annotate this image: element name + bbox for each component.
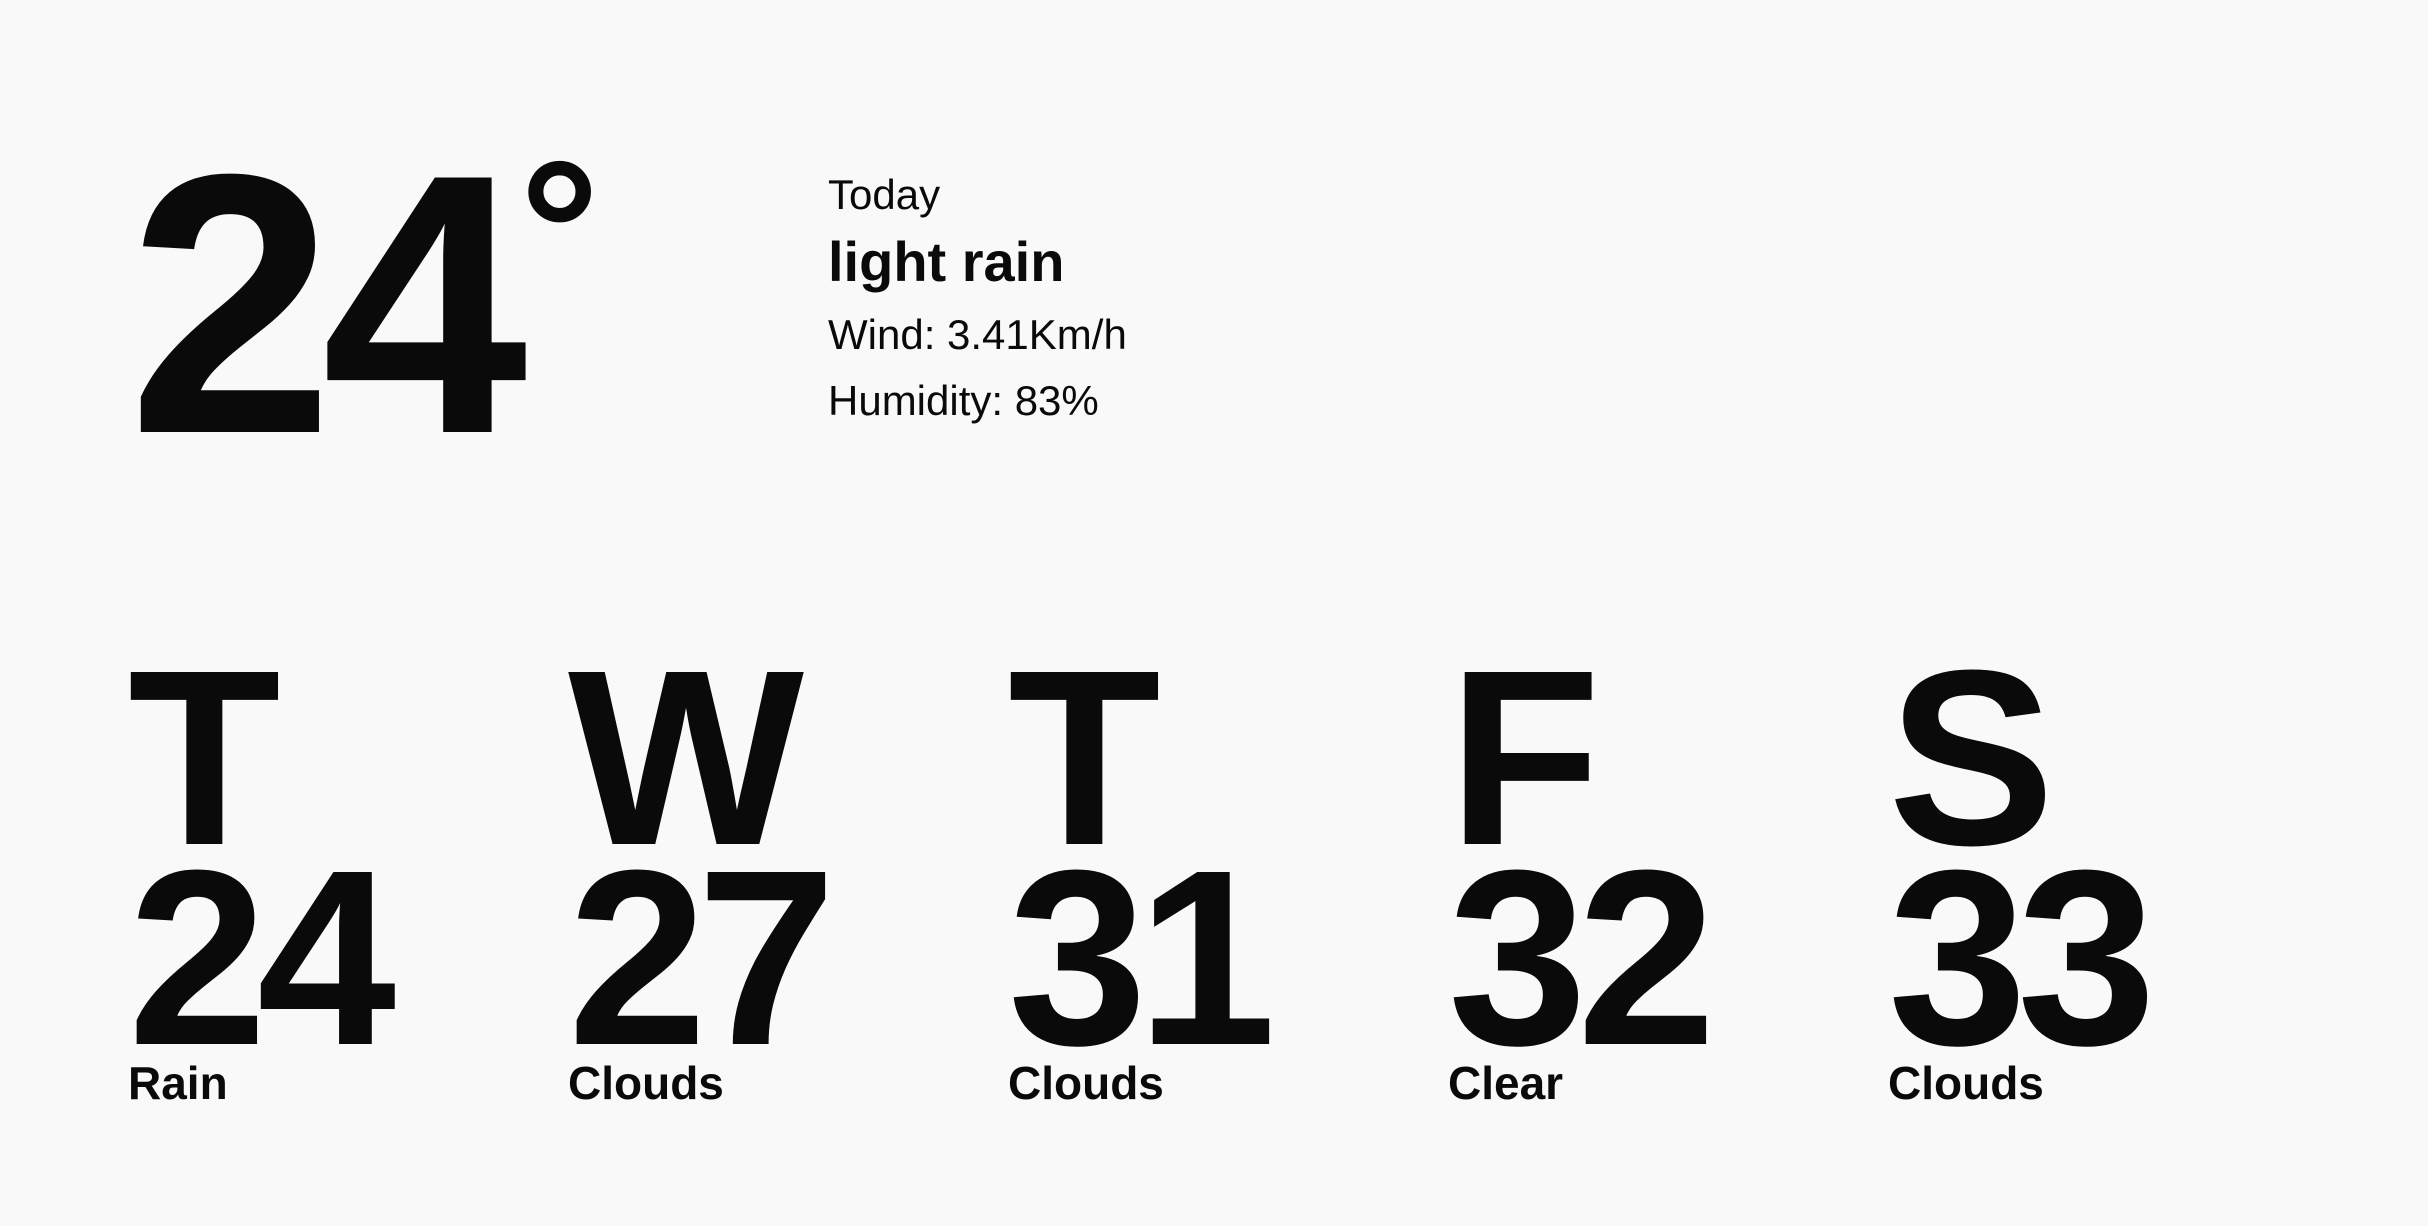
forecast-list: T 24 Rain W 27 Clouds T 31 Clouds F 32 C… — [128, 633, 2328, 1118]
forecast-temperature: 24 — [128, 818, 396, 1097]
forecast-day-4: F 32 Clear — [1448, 633, 1868, 1118]
day-label: Today — [828, 171, 941, 218]
humidity: Humidity: 83% — [828, 377, 1099, 424]
forecast-temperature: 27 — [568, 818, 836, 1097]
forecast-day-2: W 27 Clouds — [568, 633, 988, 1118]
forecast-day-1: T 24 Rain — [128, 633, 548, 1118]
forecast-day-3: T 31 Clouds — [1008, 633, 1428, 1118]
weather-description: light rain — [828, 230, 1065, 293]
forecast-temperature: 31 — [1008, 818, 1276, 1097]
current-weather: 24° Today light rain Wind: 3.41Km/h Humi… — [128, 120, 1228, 490]
forecast-day-5: S 33 Clouds — [1888, 633, 2308, 1118]
current-temperature-value: 24 — [128, 98, 528, 511]
wind-speed: Wind: 3.41Km/h — [828, 311, 1127, 358]
degree-symbol: ° — [519, 120, 600, 343]
current-temperature: 24° — [128, 120, 600, 490]
forecast-temperature: 32 — [1448, 818, 1716, 1097]
current-details: Today light rain Wind: 3.41Km/h Humidity… — [828, 170, 1248, 434]
forecast-temperature: 33 — [1888, 818, 2156, 1097]
